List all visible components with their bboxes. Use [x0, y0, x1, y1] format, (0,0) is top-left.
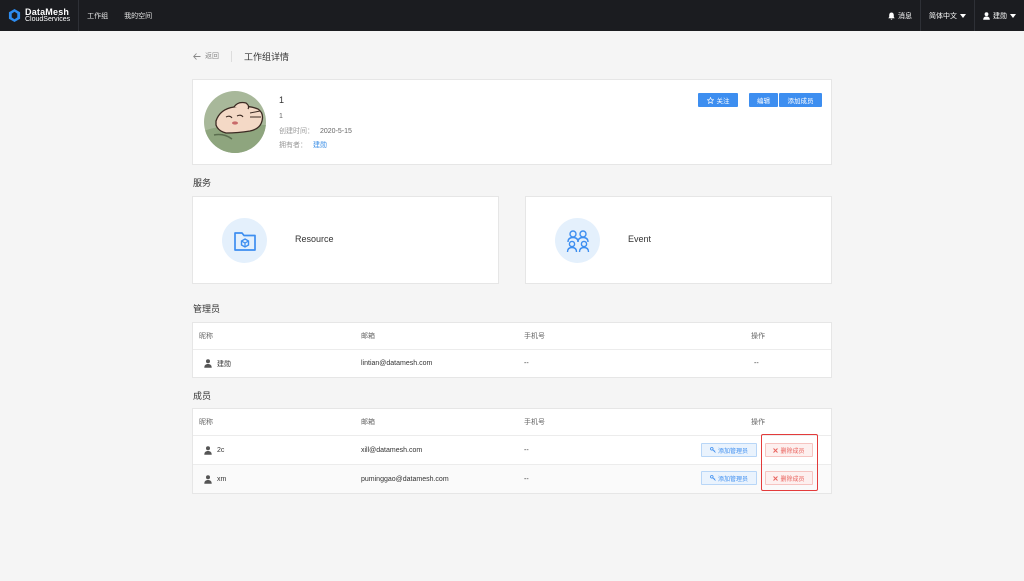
created-value: 2020-5-15 — [320, 128, 352, 135]
table-header: 昵称 邮箱 手机号 操作 — [193, 323, 831, 350]
add-admin-button[interactable]: 添加管理员 — [701, 443, 757, 457]
owner-row: 拥有者： 建勋 — [279, 140, 327, 150]
key-icon — [710, 447, 716, 453]
logo-line2: CloudServices — [25, 15, 71, 23]
add-admin-label: 添加管理员 — [717, 476, 748, 483]
col-email: 邮箱 — [361, 419, 375, 426]
nickname: xm — [217, 475, 227, 483]
created-row: 创建时间： 2020-5-15 — [279, 126, 352, 136]
admins-table: 昵称 邮箱 手机号 操作 建勋 lintian@datamesh.com -- … — [192, 322, 832, 378]
nickname-cell: 2c — [199, 436, 224, 464]
highlight-box — [761, 434, 818, 491]
col-actions: 操作 — [751, 333, 765, 340]
user-icon — [204, 474, 212, 484]
datamesh-logo[interactable]: DataMesh CloudServices — [8, 0, 70, 31]
service-card-resource[interactable]: Resource — [192, 196, 499, 284]
key-icon — [710, 475, 716, 481]
back-label: 返回 — [205, 53, 219, 60]
nav-workgroup[interactable]: 工作组 — [79, 0, 116, 31]
follow-button[interactable]: 关注 — [698, 93, 738, 107]
table-row: 建勋 lintian@datamesh.com -- -- — [193, 350, 831, 377]
nickname-cell: 建勋 — [199, 350, 231, 377]
members-title: 成员 — [193, 391, 212, 401]
folder-icon — [222, 218, 267, 263]
back-link[interactable]: 返回 — [193, 51, 219, 61]
col-nickname: 昵称 — [199, 333, 213, 340]
services-title: 服务 — [193, 178, 212, 188]
nickname: 2c — [217, 446, 225, 454]
group-info-card: 1 1 创建时间： 2020-5-15 拥有者： 建勋 关注 编辑 添加成员 — [192, 79, 832, 165]
page-header: 返回 工作组详情 — [193, 48, 289, 64]
user-icon — [204, 359, 212, 368]
page-title: 工作组详情 — [244, 51, 290, 62]
owner-link[interactable]: 建勋 — [313, 142, 327, 149]
phone-cell: -- — [524, 475, 529, 483]
messages-label: 消息 — [898, 12, 912, 20]
group-name: 1 — [279, 95, 285, 105]
email-cell: lintian@datamesh.com — [361, 360, 433, 367]
add-admin-label: 添加管理员 — [717, 448, 748, 455]
group-avatar — [204, 91, 266, 153]
top-navbar: DataMesh CloudServices 工作组 我的空间 消息 简体中文 … — [0, 0, 1024, 31]
admins-title: 管理员 — [193, 304, 221, 314]
logo-line1: DataMesh — [25, 6, 70, 17]
col-nickname: 昵称 — [199, 419, 213, 426]
add-member-label: 添加成员 — [787, 98, 814, 105]
phone-cell: -- — [524, 446, 529, 454]
members-table: 昵称 邮箱 手机号 操作 2c xill@datamesh.com -- 添加管… — [192, 408, 832, 494]
edit-label: 编辑 — [757, 98, 770, 105]
follow-label: 关注 — [716, 98, 730, 105]
table-row: 2c xill@datamesh.com -- 添加管理员 删除成员 — [193, 436, 831, 465]
user-icon — [204, 445, 212, 455]
email-cell: xill@datamesh.com — [361, 446, 423, 454]
star-icon — [706, 96, 714, 104]
email-cell: puminggao@datamesh.com — [361, 475, 449, 483]
nav-my-space[interactable]: 我的空间 — [116, 0, 160, 31]
edit-button[interactable]: 编辑 — [749, 93, 778, 107]
table-row: xm puminggao@datamesh.com -- 添加管理员 删除成员 — [193, 465, 831, 493]
group-description: 1 — [279, 113, 283, 120]
logo-cube-icon — [8, 9, 21, 22]
col-email: 邮箱 — [361, 333, 375, 340]
user-name: 建勋 — [993, 12, 1007, 20]
service-name: Resource — [295, 234, 334, 244]
bell-icon — [888, 12, 895, 20]
add-admin-button[interactable]: 添加管理员 — [701, 471, 757, 485]
table-header: 昵称 邮箱 手机号 操作 — [193, 409, 831, 436]
arrow-left-icon — [193, 52, 201, 60]
messages-menu[interactable]: 消息 — [880, 0, 920, 31]
owner-label: 拥有者： — [279, 142, 307, 149]
language-label: 简体中文 — [929, 12, 957, 20]
col-phone: 手机号 — [524, 419, 545, 426]
user-menu[interactable]: 建勋 — [974, 0, 1024, 31]
col-phone: 手机号 — [524, 333, 545, 340]
people-group-icon — [555, 218, 600, 263]
col-actions: 操作 — [751, 419, 765, 426]
nickname: 建勋 — [217, 360, 231, 368]
service-card-event[interactable]: Event — [525, 196, 832, 284]
created-label: 创建时间： — [279, 128, 314, 135]
add-member-button[interactable]: 添加成员 — [779, 93, 822, 107]
phone-cell: -- — [524, 360, 529, 367]
language-select[interactable]: 简体中文 — [920, 0, 974, 31]
caret-down-icon — [960, 13, 966, 18]
user-icon — [983, 11, 990, 20]
header-divider — [231, 50, 232, 62]
nickname-cell: xm — [199, 465, 226, 493]
service-name: Event — [628, 234, 652, 244]
caret-down-icon — [1010, 13, 1016, 18]
action-cell: -- — [754, 360, 759, 367]
